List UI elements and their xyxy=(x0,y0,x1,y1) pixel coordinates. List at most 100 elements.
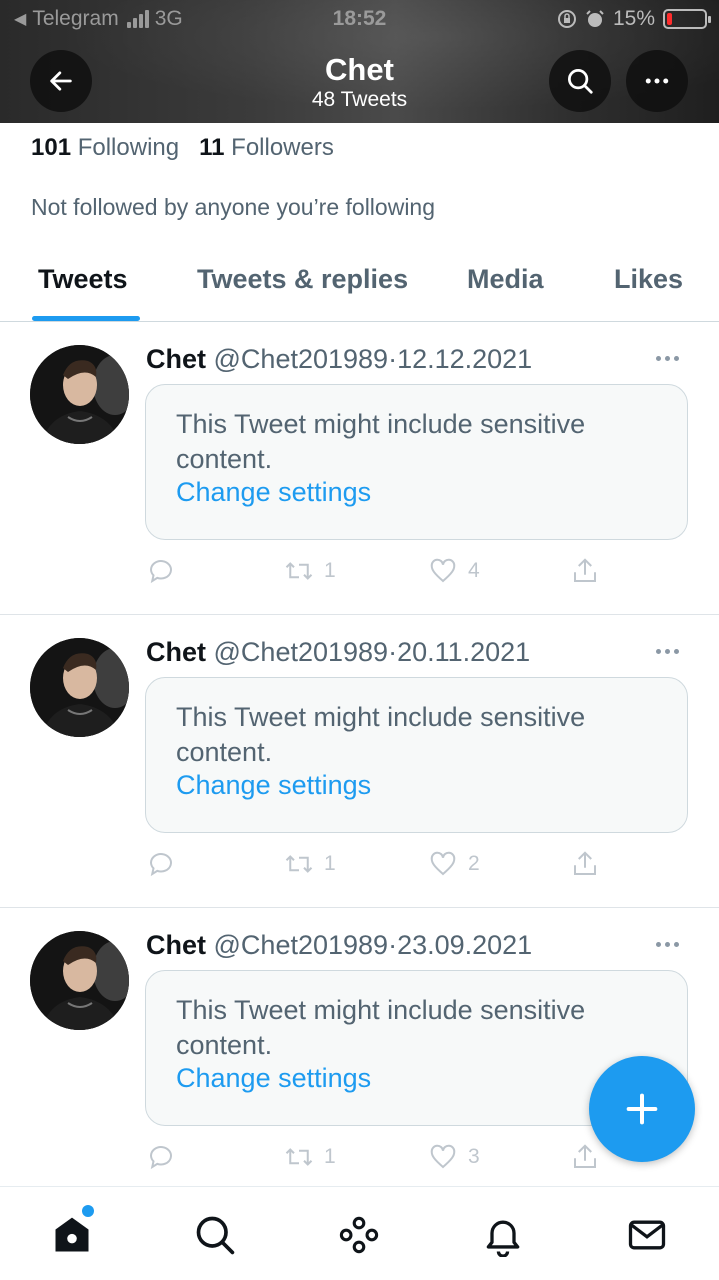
heart-icon xyxy=(430,1144,456,1169)
tweet-more-button[interactable] xyxy=(656,646,688,656)
profile-header: ◀ Telegram 3G 18:52 15% Chet 48 Tweets xyxy=(0,0,719,123)
retweet-button[interactable]: 1 xyxy=(284,849,336,879)
profile-tabs: Tweets Tweets & replies Media Likes xyxy=(0,240,719,322)
retweet-count: 1 xyxy=(324,559,336,582)
heart-icon xyxy=(430,558,456,583)
retweet-icon xyxy=(285,855,313,873)
tweet-item[interactable]: Chet @Chet201989·12.12.2021 This Tweet m… xyxy=(0,322,719,615)
home-icon xyxy=(55,1217,89,1252)
author-name[interactable]: Chet xyxy=(146,344,206,374)
nav-notifications[interactable] xyxy=(479,1211,527,1259)
following-count: 101 xyxy=(31,134,72,161)
more-icon xyxy=(645,78,669,84)
separator: · xyxy=(388,344,398,374)
status-bar: ◀ Telegram 3G 18:52 15% xyxy=(0,0,719,40)
sensitive-warning: This Tweet might include sensitive conte… xyxy=(176,995,586,1060)
like-button[interactable]: 2 xyxy=(428,849,480,879)
home-notification-dot xyxy=(82,1205,94,1217)
like-count: 4 xyxy=(468,559,480,582)
tweet-actions: 1 4 xyxy=(146,556,606,590)
nav-messages[interactable] xyxy=(623,1211,671,1259)
reply-button[interactable] xyxy=(146,849,176,879)
not-followed-note: Not followed by anyone you’re following xyxy=(31,194,436,220)
followers-link[interactable]: 11 Followers xyxy=(199,134,334,162)
heart-icon xyxy=(430,851,456,876)
retweet-button[interactable]: 1 xyxy=(284,556,336,586)
search-icon xyxy=(568,69,593,94)
avatar-image xyxy=(30,931,129,1030)
nav-home[interactable] xyxy=(48,1211,96,1259)
spaces-icon xyxy=(339,1216,379,1254)
like-button[interactable]: 4 xyxy=(428,556,480,586)
author-name[interactable]: Chet xyxy=(146,930,206,960)
tweet-more-button[interactable] xyxy=(656,939,688,949)
profile-stats: 101 Following 11 Followers xyxy=(31,134,334,162)
tweet-actions: 1 3 xyxy=(146,1142,606,1176)
more-button[interactable] xyxy=(626,50,688,112)
change-settings-link[interactable]: Change settings xyxy=(176,1063,371,1094)
following-label: Following xyxy=(77,134,180,161)
share-icon xyxy=(574,1144,596,1168)
share-icon xyxy=(574,851,596,875)
tweet-more-button[interactable] xyxy=(656,353,688,363)
tweet-date[interactable]: 20.11.2021 xyxy=(397,637,530,667)
search-button[interactable] xyxy=(549,50,611,112)
mail-icon xyxy=(628,1220,666,1250)
change-settings-link[interactable]: Change settings xyxy=(176,477,371,508)
plus-icon xyxy=(626,1093,658,1125)
nav-search[interactable] xyxy=(191,1211,239,1259)
share-button[interactable] xyxy=(570,556,600,586)
tab-likes[interactable]: Likes xyxy=(614,264,683,295)
battery-percent: 15% xyxy=(612,7,655,30)
like-button[interactable]: 3 xyxy=(428,1142,480,1172)
share-button[interactable] xyxy=(570,1142,600,1172)
tab-tweets-replies[interactable]: Tweets & replies xyxy=(197,264,408,295)
nav-spaces[interactable] xyxy=(335,1211,383,1259)
followers-count: 11 xyxy=(199,134,225,161)
author-handle[interactable]: @Chet201989 xyxy=(214,930,389,960)
like-count: 2 xyxy=(468,852,480,875)
tweet-header: Chet @Chet201989·23.09.2021 xyxy=(146,930,532,961)
tab-media[interactable]: Media xyxy=(467,264,544,295)
tweet-date[interactable]: 23.09.2021 xyxy=(397,930,532,960)
bell-icon xyxy=(486,1220,520,1257)
retweet-icon xyxy=(285,562,313,580)
share-icon xyxy=(574,558,596,582)
active-tab-indicator xyxy=(32,316,140,321)
sensitive-content-box: This Tweet might include sensitive conte… xyxy=(145,677,688,833)
compose-tweet-button[interactable] xyxy=(589,1056,695,1162)
change-settings-link[interactable]: Change settings xyxy=(176,770,371,801)
tweet-item[interactable]: Chet @Chet201989·20.11.2021 This Tweet m… xyxy=(0,615,719,908)
author-handle[interactable]: @Chet201989 xyxy=(214,344,389,374)
page-title: Chet xyxy=(325,52,394,87)
battery-icon xyxy=(663,9,711,29)
avatar-image xyxy=(30,638,129,737)
tweet-date[interactable]: 12.12.2021 xyxy=(397,344,532,374)
reply-icon xyxy=(149,853,172,877)
avatar[interactable] xyxy=(30,345,129,444)
search-icon xyxy=(196,1216,235,1255)
tweet-header: Chet @Chet201989·20.11.2021 xyxy=(146,637,530,668)
sensitive-warning: This Tweet might include sensitive conte… xyxy=(176,702,586,767)
tweet-actions: 1 2 xyxy=(146,849,606,883)
bottom-nav xyxy=(0,1186,719,1280)
retweet-count: 1 xyxy=(324,1145,336,1168)
author-name[interactable]: Chet xyxy=(146,637,206,667)
reply-button[interactable] xyxy=(146,556,176,586)
followers-label: Followers xyxy=(231,134,334,161)
tweet-item[interactable]: Chet @Chet201989·23.09.2021 This Tweet m… xyxy=(0,908,719,1201)
status-right: 15% xyxy=(557,7,711,31)
tweet-count: 48 Tweets xyxy=(311,88,408,111)
reply-button[interactable] xyxy=(146,1142,176,1172)
author-handle[interactable]: @Chet201989 xyxy=(214,637,389,667)
following-link[interactable]: 101 Following xyxy=(31,134,179,162)
avatar[interactable] xyxy=(30,638,129,737)
tab-tweets[interactable]: Tweets xyxy=(38,264,128,295)
separator: · xyxy=(388,637,398,667)
avatar[interactable] xyxy=(30,931,129,1030)
retweet-button[interactable]: 1 xyxy=(284,1142,336,1172)
avatar-image xyxy=(30,345,129,444)
reply-icon xyxy=(149,1146,172,1170)
share-button[interactable] xyxy=(570,849,600,879)
retweet-icon xyxy=(285,1148,313,1166)
